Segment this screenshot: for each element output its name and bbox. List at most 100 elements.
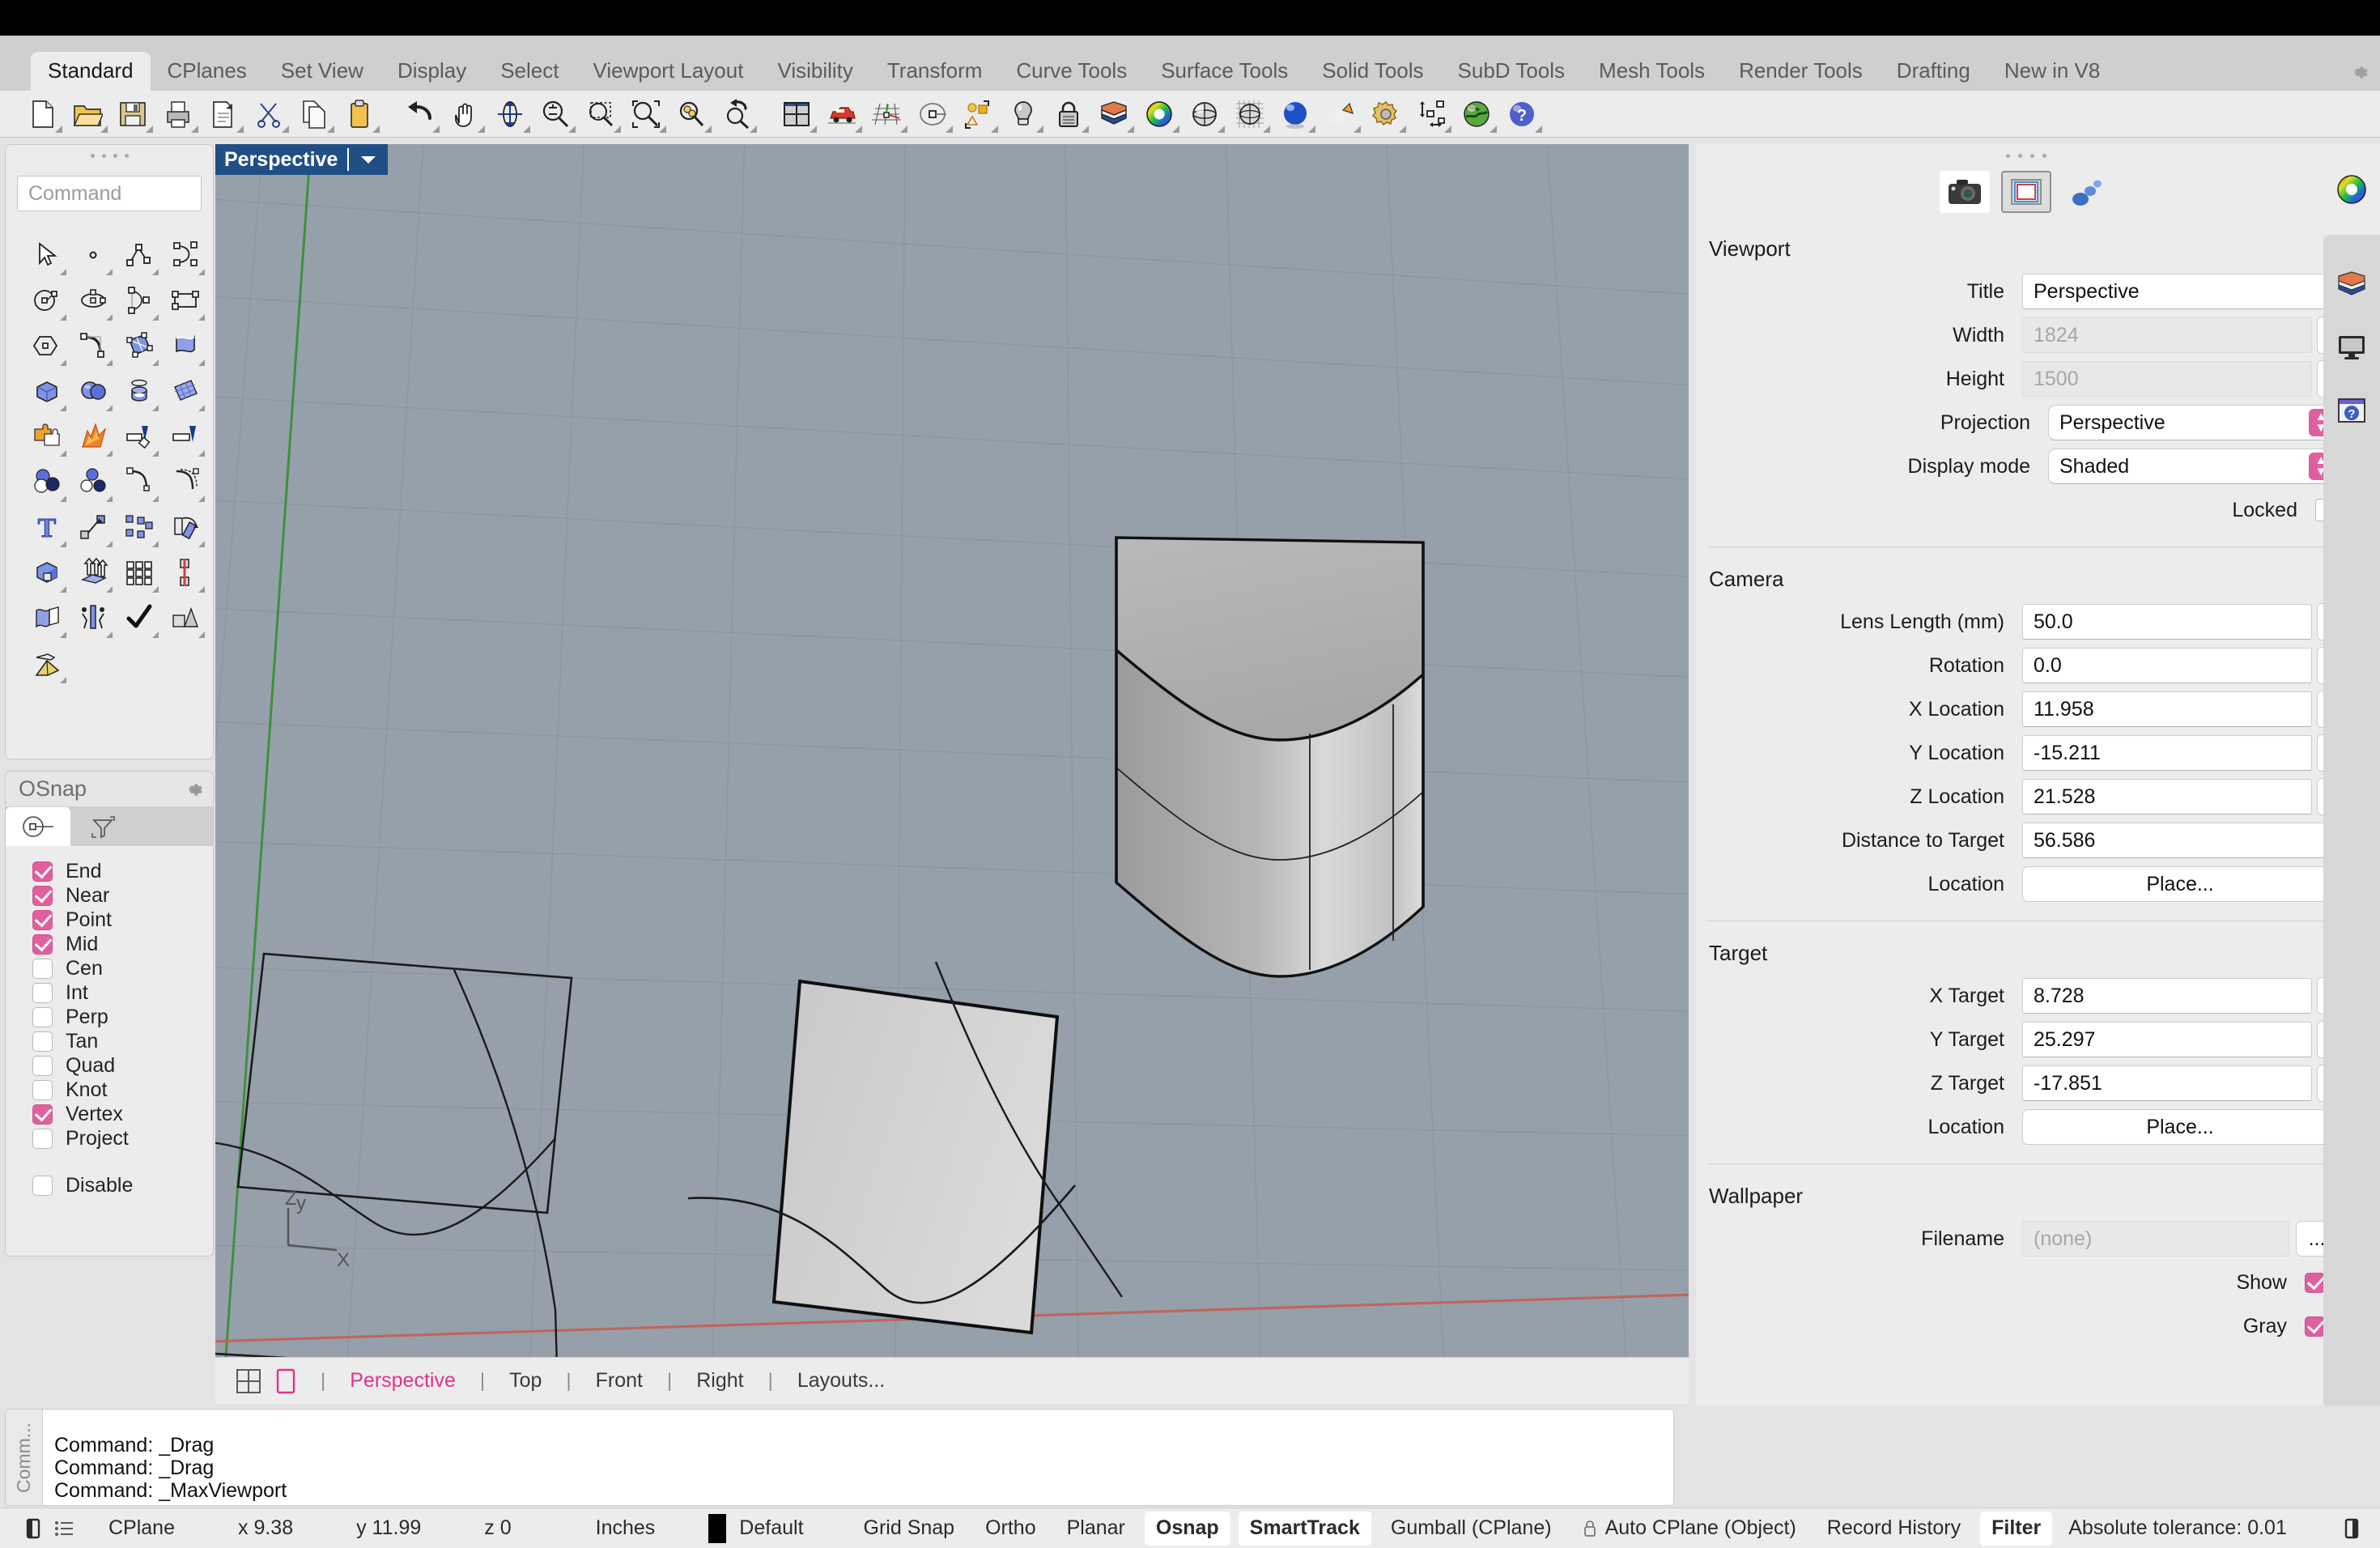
- light-bulb-icon[interactable]: [1001, 94, 1046, 134]
- z-target-input[interactable]: -17.851: [2022, 1065, 2312, 1101]
- toolbar-flyout-corner[interactable]: [236, 125, 244, 133]
- viewport-tabs-container[interactable]: Perspective | Top | Front | Right | Layouts...: [342, 1369, 893, 1393]
- toolbar-flyout-corner[interactable]: [432, 125, 440, 133]
- toolbar-flyout-corner[interactable]: [810, 125, 817, 133]
- ellipse-icon[interactable]: [70, 278, 116, 323]
- copy-pages-icon[interactable]: [291, 94, 337, 134]
- viewport-canvas[interactable]: X Z y: [215, 144, 1689, 1357]
- ribbon-tab-subd-tools[interactable]: SubD Tools: [1441, 52, 1583, 91]
- extrude-up-icon[interactable]: [70, 550, 116, 595]
- earth-globe-icon[interactable]: [1454, 94, 1499, 134]
- ribbon-tab-set-view[interactable]: Set View: [264, 52, 380, 91]
- y-target-row[interactable]: Y Target25.297▲▼: [1696, 1018, 2356, 1061]
- status-panel-right-icon[interactable]: [2343, 1516, 2380, 1541]
- title-row[interactable]: Title Perspective: [1696, 270, 2356, 313]
- dimension-icon[interactable]: [1409, 94, 1454, 134]
- distance-to-target-input[interactable]: 56.586: [2022, 823, 2338, 858]
- tool-flyout-corner[interactable]: [198, 405, 205, 411]
- toolbar-flyout-corner[interactable]: [568, 125, 576, 133]
- osnap-checkbox-cen[interactable]: [32, 958, 53, 979]
- osnap-tab-bar[interactable]: [6, 807, 213, 846]
- save-floppy-icon[interactable]: [110, 94, 155, 134]
- filter-funnel-icon[interactable]: [70, 807, 135, 846]
- copy-to-clipboard-icon[interactable]: [201, 94, 246, 134]
- ribbon-tab-solid-tools[interactable]: Solid Tools: [1305, 52, 1440, 91]
- tool-flyout-corner[interactable]: [198, 632, 205, 638]
- arc-icon[interactable]: [116, 278, 162, 323]
- tool-flyout-corner[interactable]: [198, 586, 205, 593]
- tool-flyout-corner[interactable]: [106, 405, 113, 411]
- viewport-fields[interactable]: TitlePerspectiveWidth1824▲▼Height1500▲▼P…: [1696, 270, 2356, 532]
- toolbar-flyout-corner[interactable]: [1399, 125, 1406, 133]
- locked-row[interactable]: Locked: [1696, 488, 2356, 532]
- extrude-curve-icon[interactable]: [162, 323, 208, 368]
- toolbar-flyout-corner[interactable]: [372, 125, 380, 133]
- tool-flyout-corner[interactable]: [106, 269, 113, 275]
- text-tool-icon[interactable]: T: [23, 504, 70, 550]
- draft-pyramid-icon[interactable]: [23, 640, 70, 686]
- polygon-icon[interactable]: [23, 323, 70, 368]
- osnap-checkbox-mid[interactable]: [32, 933, 53, 955]
- rail-color-wheel-item[interactable]: [2323, 144, 2380, 235]
- camera-icon[interactable]: [1939, 171, 1990, 213]
- boolean-union-icon[interactable]: [23, 459, 70, 504]
- rotate-view-icon[interactable]: [487, 94, 533, 134]
- shade-sphere-icon[interactable]: [1182, 94, 1227, 134]
- osnap-options-list[interactable]: End Near Point Mid Cen Int Perp Tan Quad Knot Vert…: [6, 846, 213, 1197]
- tool-flyout-corner[interactable]: [60, 677, 66, 683]
- osnap-option-cen[interactable]: Cen: [32, 956, 213, 980]
- osnap-option-end[interactable]: End: [32, 859, 213, 883]
- explode-icon[interactable]: [70, 414, 116, 459]
- lens-length-mm-input[interactable]: 50.0: [2022, 604, 2312, 640]
- osnap-checkbox-tan[interactable]: [32, 1031, 53, 1052]
- osnap-checkbox-quad[interactable]: [32, 1055, 53, 1076]
- x-location-row[interactable]: X Location11.958▲▼: [1696, 687, 2356, 731]
- rotation-input[interactable]: 0.0: [2022, 648, 2312, 683]
- tool-flyout-corner[interactable]: [60, 495, 66, 502]
- osnap-option-point[interactable]: Point: [32, 908, 213, 932]
- location-place-button[interactable]: Place...: [2022, 1109, 2338, 1145]
- rotate-icon[interactable]: [162, 504, 208, 550]
- toolbar-flyout-corner[interactable]: [855, 125, 862, 133]
- spheres-icon[interactable]: [70, 368, 116, 414]
- ribbon-tab-viewport-layout[interactable]: Viewport Layout: [576, 52, 760, 91]
- new-file-icon[interactable]: [19, 94, 65, 134]
- toolbar-flyout-corner[interactable]: [946, 125, 953, 133]
- camera-fields[interactable]: Lens Length (mm)50.0▲▼Rotation0.0▲▼X Loc…: [1696, 600, 2356, 906]
- toolbar-flyout-corner[interactable]: [55, 125, 62, 133]
- mirror-icon[interactable]: [162, 550, 208, 595]
- tool-flyout-corner[interactable]: [152, 495, 159, 502]
- osnap-checkbox-disable[interactable]: [32, 1175, 53, 1196]
- toolbar-flyout-corner[interactable]: [1127, 125, 1134, 133]
- toolbar-flyout-corner[interactable]: [282, 125, 289, 133]
- tool-flyout-corner[interactable]: [60, 269, 66, 275]
- print-icon[interactable]: [155, 94, 201, 134]
- command-input[interactable]: Command: [17, 176, 202, 211]
- toolbar-flyout-corner[interactable]: [327, 125, 334, 133]
- surface-patch-icon[interactable]: [116, 323, 162, 368]
- chevron-down-icon[interactable]: [349, 154, 388, 165]
- tool-flyout-corner[interactable]: [152, 632, 159, 638]
- status-toggle-ortho[interactable]: Ortho: [974, 1512, 1048, 1546]
- main-tool-palette[interactable]: T: [23, 232, 205, 686]
- tool-flyout-corner[interactable]: [152, 269, 159, 275]
- target-fields[interactable]: X Target8.728▲▼Y Target25.297▲▼Z Target-…: [1696, 974, 2356, 1149]
- tool-flyout-corner[interactable]: [106, 495, 113, 502]
- wallpaper-gray-row[interactable]: Gray: [1696, 1304, 2356, 1348]
- single-pane-layout-icon[interactable]: [267, 1367, 304, 1395]
- title-input[interactable]: Perspective: [2022, 274, 2338, 309]
- osnap-checkbox-project[interactable]: [32, 1128, 53, 1149]
- osnap-option-vertex[interactable]: Vertex: [32, 1102, 213, 1126]
- fillet-curve-icon[interactable]: [70, 323, 116, 368]
- four-pane-layout-icon[interactable]: [230, 1367, 267, 1395]
- toolbar-flyout-corner[interactable]: [1036, 125, 1043, 133]
- wavy-extruded-surface[interactable]: [1115, 536, 1425, 978]
- tool-flyout-corner[interactable]: [198, 314, 205, 321]
- toolbar-flyout-corner[interactable]: [614, 125, 621, 133]
- undo-arrow-icon[interactable]: [397, 94, 442, 134]
- viewport-tab-right[interactable]: Right: [688, 1369, 751, 1393]
- render-preview-icon[interactable]: [1227, 94, 1273, 134]
- tool-flyout-corner[interactable]: [198, 495, 205, 502]
- z-location-row[interactable]: Z Location21.528▲▼: [1696, 775, 2356, 819]
- display-monitor-icon[interactable]: [2323, 316, 2380, 379]
